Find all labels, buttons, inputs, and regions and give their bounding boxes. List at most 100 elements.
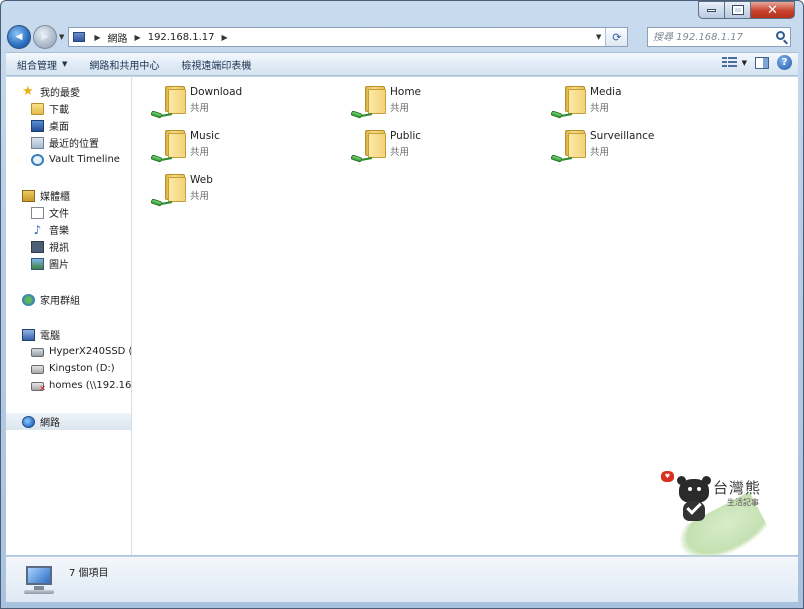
sidebar-item-videos[interactable]: 視訊	[31, 238, 69, 255]
breadcrumb-separator[interactable]: ▶	[135, 33, 141, 42]
sidebar-label: 圖片	[49, 260, 69, 271]
sidebar-item-music[interactable]: ♪ 音樂	[31, 221, 69, 238]
shared-folder-icon	[549, 127, 589, 167]
computer-monitor-icon	[20, 566, 58, 596]
back-button[interactable]: ◀	[7, 25, 31, 49]
search-input[interactable]	[653, 31, 765, 43]
downloads-folder-icon	[31, 102, 44, 115]
shared-folder-surveillance[interactable]: Surveillance 共用	[549, 127, 709, 169]
ssd-drive-icon	[31, 348, 44, 357]
folder-type: 共用	[390, 147, 410, 158]
details-pane: 7 個項目	[6, 556, 798, 602]
libraries-icon	[22, 189, 35, 202]
music-note-icon: ♪	[33, 222, 42, 237]
breadcrumb-separator[interactable]: ▶	[94, 33, 100, 42]
folder-name: Surveillance	[590, 130, 655, 142]
organize-menu-button[interactable]: 組合管理 ▼	[6, 57, 78, 72]
forward-button[interactable]: ▶	[33, 25, 57, 49]
watermark-subtitle: 生活記事	[727, 498, 759, 507]
explorer-window: ✕ ◀ ▶ ▼ ▶ 網路 ▶ 192.168.1.17 ▶ ▼ ⟳ 組合管理 ▼…	[0, 0, 804, 609]
star-icon: ★	[22, 83, 34, 99]
folder-type: 共用	[190, 191, 210, 202]
bear-mascot-icon	[675, 476, 713, 523]
item-count: 7 個項目	[69, 568, 109, 579]
content-pane: Download 共用 Home 共用 Media 共用 Music 共用 Pu…	[133, 77, 798, 573]
sidebar-label: 下載	[49, 105, 69, 116]
printers-label: 檢視遠端印表機	[181, 60, 252, 72]
toolbar-right-group: ▼ ?	[721, 55, 792, 70]
search-box	[647, 27, 791, 47]
organize-label: 組合管理	[17, 60, 57, 72]
folder-name: Download	[190, 86, 243, 98]
breadcrumb-separator[interactable]: ▶	[222, 33, 228, 42]
shared-folder-media[interactable]: Media 共用	[549, 83, 709, 125]
forward-arrow-icon: ▶	[41, 32, 49, 42]
maximize-button[interactable]	[725, 1, 751, 19]
sidebar-favorites[interactable]: ★ 我的最愛	[22, 83, 80, 100]
sidebar-item-homes-share[interactable]: homes (\\192.168.1.17)	[31, 377, 132, 394]
sidebar-computer[interactable]: 電腦	[22, 326, 60, 343]
shared-folder-web[interactable]: Web 共用	[149, 171, 309, 213]
sidebar-homegroup[interactable]: 家用群組	[22, 291, 80, 308]
sidebar-network[interactable]: 網路	[6, 413, 131, 430]
sidebar-label: Kingston (D:)	[49, 363, 115, 374]
folder-name: Music	[190, 130, 220, 142]
shared-folder-public[interactable]: Public 共用	[349, 127, 509, 169]
watermark-title: 台灣熊	[713, 479, 762, 497]
shared-folder-music[interactable]: Music 共用	[149, 127, 309, 169]
folder-type: 共用	[190, 147, 210, 158]
sidebar-item-documents[interactable]: 文件	[31, 204, 69, 221]
documents-icon	[31, 206, 44, 219]
sidebar-item-drive-d[interactable]: Kingston (D:)	[31, 360, 115, 377]
address-history-dropdown[interactable]: ▼	[596, 33, 601, 41]
shared-folder-icon	[149, 127, 189, 167]
breadcrumb-network[interactable]: 網路	[106, 29, 130, 46]
sidebar-item-downloads[interactable]: 下載	[31, 100, 69, 117]
sidebar-label: 桌面	[49, 122, 69, 133]
minimize-icon	[707, 8, 716, 12]
folder-type: 共用	[390, 103, 410, 114]
refresh-button[interactable]: ⟳	[605, 28, 628, 46]
folder-name: Public	[390, 130, 422, 142]
recent-pages-dropdown[interactable]: ▼	[59, 33, 64, 41]
shared-folder-home[interactable]: Home 共用	[349, 83, 509, 125]
sidebar-label: 文件	[49, 209, 69, 220]
video-icon	[31, 240, 44, 253]
view-options-dropdown[interactable]: ▼	[742, 59, 747, 67]
minimize-button[interactable]	[698, 1, 725, 19]
sidebar-item-recent-places[interactable]: 最近的位置	[31, 134, 99, 151]
sidebar-label: homes (\\192.168.1.17)	[49, 380, 132, 391]
preview-pane-icon[interactable]	[755, 56, 769, 69]
sidebar-libraries[interactable]: 媒體櫃	[22, 187, 70, 204]
sidebar-item-vault-timeline[interactable]: Vault Timeline	[31, 151, 120, 168]
sidebar-item-pictures[interactable]: 圖片	[31, 255, 69, 272]
sidebar-label: HyperX240SSD (C:)	[49, 346, 131, 357]
sidebar-item-desktop[interactable]: 桌面	[31, 117, 69, 134]
change-view-icon[interactable]	[721, 56, 738, 69]
network-sharing-center-button[interactable]: 網路和共用中心	[78, 57, 170, 72]
disconnected-network-drive-icon	[31, 382, 46, 393]
shared-folder-icon	[149, 83, 189, 123]
back-arrow-icon: ◀	[15, 32, 23, 42]
network-center-label: 網路和共用中心	[89, 60, 160, 72]
close-button[interactable]: ✕	[751, 1, 795, 19]
badge-icon: ♥	[661, 471, 674, 482]
pictures-icon	[31, 257, 44, 270]
folder-name: Web	[190, 174, 213, 186]
shared-folder-download[interactable]: Download 共用	[149, 83, 309, 125]
close-icon: ✕	[767, 2, 778, 18]
address-bar[interactable]: ▶ 網路 ▶ 192.168.1.17 ▶ ▼ ⟳	[68, 27, 629, 47]
shared-folder-icon	[349, 83, 389, 123]
folder-type: 共用	[190, 103, 210, 114]
chevron-down-icon: ▼	[62, 60, 68, 68]
help-icon[interactable]: ?	[777, 55, 792, 70]
sidebar-label: Vault Timeline	[49, 154, 120, 165]
search-icon[interactable]	[776, 31, 785, 40]
sidebar-label: 視訊	[49, 243, 69, 254]
network-location-icon	[73, 32, 86, 42]
sidebar-item-drive-c[interactable]: HyperX240SSD (C:)	[31, 343, 131, 360]
breadcrumb-host[interactable]: 192.168.1.17	[146, 31, 217, 44]
client-area: ★ 我的最愛 下載 桌面 最近的位置 Vault Timeline 媒體櫃 文件…	[6, 77, 798, 573]
sidebar-label: 媒體櫃	[40, 192, 70, 203]
view-remote-printers-button[interactable]: 檢視遠端印表機	[170, 57, 262, 72]
